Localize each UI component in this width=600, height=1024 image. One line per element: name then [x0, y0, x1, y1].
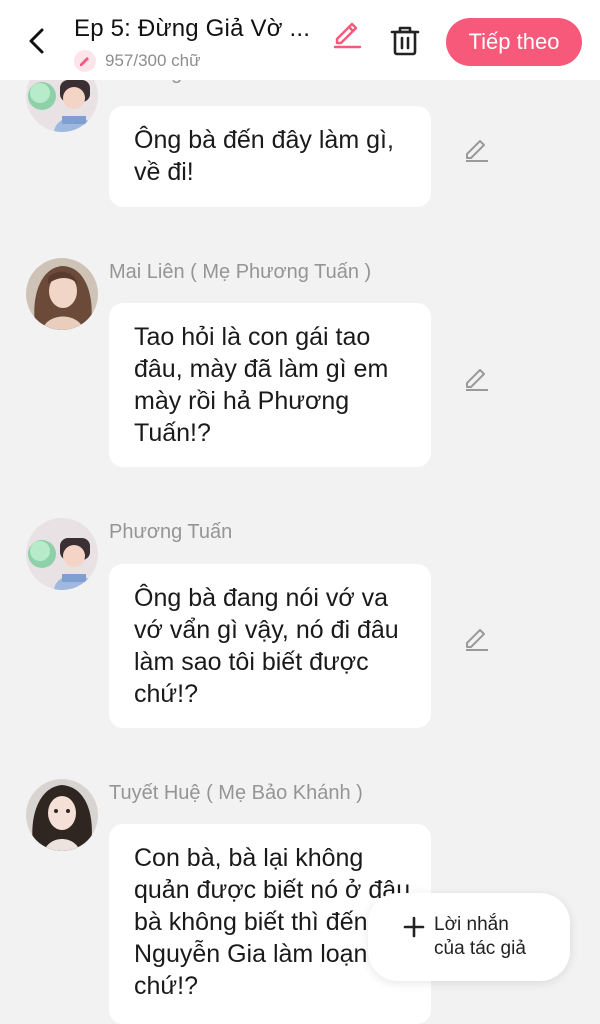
- word-count-text: 957/300 chữ: [105, 51, 201, 70]
- pencil-icon[interactable]: [462, 363, 490, 391]
- avatar[interactable]: [26, 518, 98, 590]
- message-bubble[interactable]: Ông bà đang nói vớ va vớ vẩn gì vậy, nó …: [109, 564, 431, 728]
- sender-name: Tuyết Huệ ( Mẹ Bảo Khánh ): [109, 782, 363, 804]
- avatar[interactable]: [26, 779, 98, 851]
- sender-name: Mai Liên ( Mẹ Phương Tuấn ): [109, 261, 372, 283]
- author-note-label: Lời nhắn của tác giả: [434, 914, 526, 959]
- avatar[interactable]: [26, 258, 98, 330]
- sender-name: Phương Tuấn: [109, 521, 233, 543]
- word-count: 957/300 chữ: [74, 49, 201, 73]
- pencil-icon[interactable]: [462, 623, 490, 651]
- next-button[interactable]: Tiếp theo: [446, 18, 582, 66]
- pencil-icon[interactable]: [462, 134, 490, 162]
- pencil-icon[interactable]: [330, 15, 364, 49]
- trash-icon[interactable]: [388, 22, 422, 60]
- chevron-left-icon[interactable]: [20, 22, 54, 60]
- message-bubble[interactable]: Tao hỏi là con gái tao đâu, mày đã làm g…: [109, 303, 431, 467]
- episode-title[interactable]: Ep 5: Đừng Giả Vờ ...: [74, 15, 310, 43]
- top-bar: Ep 5: Đừng Giả Vờ ... 957/300 chữ Tiếp t…: [0, 0, 600, 80]
- message-bubble[interactable]: Ông bà đến đây làm gì, về đi!: [109, 106, 431, 207]
- message-list[interactable]: Phương Tuấn Ông bà đến đây làm gì, về đi…: [0, 0, 600, 1024]
- plus-icon: [402, 915, 426, 939]
- pencil-icon: [74, 50, 96, 72]
- author-note-button[interactable]: Lời nhắn của tác giả: [368, 893, 570, 981]
